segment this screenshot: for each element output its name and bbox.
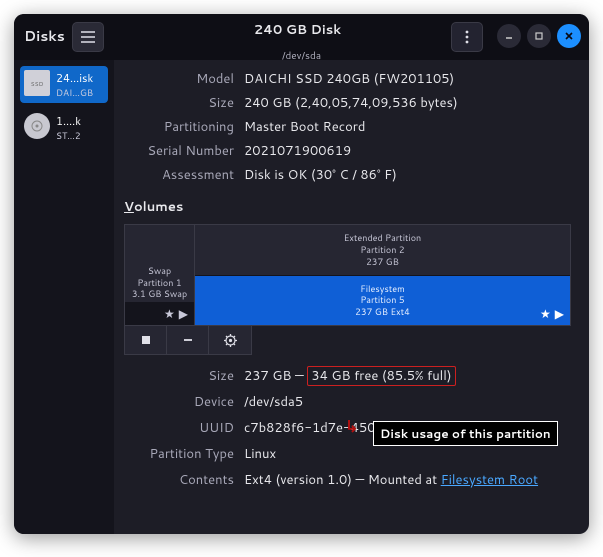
part-device-label: Device — [124, 393, 234, 411]
part-size-label: Size — [124, 367, 234, 385]
assessment-value: Disk is OK (30° C / 86° F) — [244, 166, 571, 184]
content-area: SSD 24…isk DAI…GB 1.…k ST…2 Model DAICHI… — [14, 60, 589, 534]
minimize-button[interactable] — [497, 24, 521, 48]
maximize-button[interactable] — [527, 24, 551, 48]
unmount-button[interactable] — [125, 326, 167, 354]
sidebar-disk-hdd[interactable]: 1.…k ST…2 — [20, 109, 108, 146]
part-contents-value: Ext4 (version 1.0) — Mounted at Filesyst… — [244, 471, 571, 489]
volume-filesystem[interactable]: Filesystem Partition 5 237 GB Ext4 ★ ▶ — [195, 276, 570, 326]
part-contents-label: Contents — [124, 471, 234, 489]
volume-extended[interactable]: Extended Partition Partition 2 237 GB — [195, 225, 570, 276]
play-icon[interactable]: ▶ — [555, 305, 564, 322]
part-uuid-value: c7b828f6-1d7e-4506-9155-8182f56bd836 — [244, 419, 571, 437]
sidebar-disk-text: 24…isk DAI…GB — [56, 70, 93, 99]
serial-label: Serial Number — [124, 142, 234, 160]
gear-icon — [224, 334, 237, 347]
stop-icon — [141, 335, 151, 345]
part-type-value: Linux — [244, 445, 571, 463]
kebab-icon — [465, 30, 469, 44]
maximize-icon — [534, 31, 544, 41]
size-value: 240 GB (2,40,05,74,09,536 bytes) — [244, 94, 571, 112]
hamburger-icon — [81, 31, 95, 43]
menu-button[interactable] — [72, 22, 104, 52]
window-subtitle: /dev/sda — [244, 49, 359, 63]
app-title: Disks — [24, 26, 65, 46]
volumes-heading: Volumes — [124, 198, 571, 216]
star-icon[interactable]: ★ — [540, 305, 551, 322]
sidebar: SSD 24…isk DAI…GB 1.…k ST…2 — [14, 60, 114, 534]
fs-actions: ★ ▶ — [540, 305, 564, 322]
play-icon[interactable]: ▶ — [179, 305, 188, 322]
close-icon — [564, 31, 574, 41]
minimize-icon — [504, 31, 514, 41]
main-panel: Model DAICHI SSD 240GB (FW201105) Size 2… — [114, 60, 589, 534]
free-space-highlight: 34 GB free (85.5% full) — [307, 366, 455, 386]
swap-actions: ★ ▶ — [125, 302, 194, 325]
part-size-value: 237 GB — 34 GB free (85.5% full) — [244, 367, 571, 385]
partitioning-value: Master Boot Record — [244, 118, 571, 136]
sidebar-disk-text: 1.…k ST…2 — [56, 113, 81, 142]
window-title-group: 240 GB Disk /dev/sda — [244, 14, 359, 63]
star-icon[interactable]: ★ — [164, 305, 175, 322]
disks-window: Disks 240 GB Disk /dev/sda SSD 24…isk DA… — [14, 14, 589, 534]
drive-info: Model DAICHI SSD 240GB (FW201105) Size 2… — [124, 70, 571, 184]
part-uuid-label: UUID — [124, 419, 234, 437]
close-button[interactable] — [557, 24, 581, 48]
sidebar-disk-ssd[interactable]: SSD 24…isk DAI…GB — [20, 66, 108, 103]
ssd-icon: SSD — [24, 70, 50, 96]
size-label: Size — [124, 94, 234, 112]
header-bar: Disks 240 GB Disk /dev/sda — [14, 14, 589, 60]
assessment-label: Assessment — [124, 166, 234, 184]
part-type-label: Partition Type — [124, 445, 234, 463]
drive-options-button[interactable] — [451, 22, 483, 52]
delete-button[interactable] — [167, 326, 209, 354]
minus-icon — [182, 334, 194, 346]
hdd-icon — [24, 113, 50, 139]
model-label: Model — [124, 70, 234, 88]
mount-point-link[interactable]: Filesystem Root — [441, 471, 538, 489]
serial-value: 2021071900619 — [244, 142, 571, 160]
part-device-value: /dev/sda5 — [244, 393, 571, 411]
settings-button[interactable] — [209, 326, 251, 354]
volume-toolbar — [124, 326, 252, 355]
window-controls — [497, 24, 581, 48]
volumes-map: Swap Partition 1 3.1 GB Swap ★ ▶ Extende… — [124, 224, 571, 326]
window-title: 240 GB Disk — [244, 14, 359, 49]
partitioning-label: Partitioning — [124, 118, 234, 136]
model-value: DAICHI SSD 240GB (FW201105) — [244, 70, 571, 88]
volume-swap[interactable]: Swap Partition 1 3.1 GB Swap ★ ▶ — [125, 225, 195, 325]
partition-info: Size 237 GB — 34 GB free (85.5% full) De… — [124, 367, 571, 489]
